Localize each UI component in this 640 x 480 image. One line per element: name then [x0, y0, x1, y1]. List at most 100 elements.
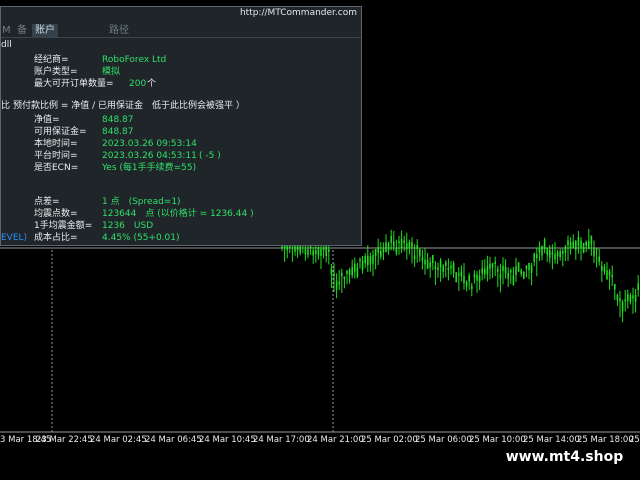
- candle-body: [325, 246, 327, 256]
- candle-body: [465, 281, 468, 287]
- equity-label: 净值=: [34, 115, 60, 125]
- platform-time-value: 2023.03.26 04:53:11: [102, 151, 197, 161]
- ecn-value: Yes (每1手手续费=55): [102, 163, 197, 173]
- candle-body: [525, 266, 528, 269]
- candle-body: [554, 253, 556, 260]
- candle-body: [559, 251, 561, 257]
- candle-body: [510, 270, 512, 273]
- panel-tab-bar: M 备 账户 路径: [1, 24, 361, 38]
- candle-body: [634, 295, 637, 302]
- candle-body: [627, 294, 629, 301]
- candle-body: [307, 249, 309, 256]
- candle-body: [455, 272, 457, 283]
- candle-body: [543, 239, 546, 250]
- candle-body: [632, 295, 634, 299]
- candle-body: [569, 242, 572, 249]
- candle-body: [369, 256, 372, 265]
- free-margin-value: 848.87: [102, 127, 134, 137]
- level-fragment: EVEL): [1, 233, 28, 243]
- candle-body: [413, 255, 416, 260]
- candle-body: [585, 241, 587, 246]
- candle-body: [515, 266, 517, 275]
- account-type-label: 账户类型=: [34, 67, 78, 77]
- candle-body: [458, 273, 460, 276]
- candle-body: [504, 266, 507, 274]
- candle-body: [385, 242, 387, 253]
- lot-amount-value: 1236 USD: [102, 221, 154, 231]
- candle-body: [320, 248, 322, 256]
- candle-body: [406, 243, 408, 250]
- candle-body: [356, 267, 359, 277]
- candle-body: [512, 275, 515, 285]
- cost-ratio-label: 成本占比=: [34, 233, 78, 243]
- candle-body: [575, 240, 577, 250]
- candle-body: [481, 268, 483, 274]
- candle-body: [328, 249, 330, 252]
- candle-body: [374, 249, 377, 257]
- candle-body: [426, 259, 429, 269]
- candle-body: [590, 235, 593, 244]
- cost-ratio-value: 4.45% (55+0.01): [102, 233, 180, 243]
- candle-body: [624, 299, 626, 302]
- max-orders-value: 200: [129, 79, 147, 89]
- candle-body: [520, 269, 522, 275]
- max-orders-unit: 个: [147, 79, 157, 89]
- candle-body: [499, 274, 502, 279]
- candle-body: [593, 248, 595, 257]
- candle-body: [489, 263, 491, 269]
- time-label: 25 Mar 18:00: [577, 435, 634, 445]
- time-label: 25 Mar 02:00: [361, 435, 418, 445]
- local-time-label: 本地时间=: [34, 139, 78, 149]
- candle-body: [312, 250, 314, 256]
- avg-move-label: 均震点数=: [34, 209, 78, 219]
- candle-body: [398, 241, 400, 244]
- margin-note: 预付款比例 = 净值 / 已用保证金 低于此比例会被强平 ）: [13, 101, 245, 111]
- spread-label: 点差=: [34, 197, 60, 207]
- candle-body: [351, 267, 353, 276]
- tab-account[interactable]: 账户: [32, 24, 58, 37]
- tab-backup[interactable]: 备: [17, 24, 27, 37]
- tab-path[interactable]: 路径: [109, 24, 129, 37]
- candle-body: [601, 265, 603, 271]
- candle-body: [364, 255, 366, 264]
- candle-body: [588, 240, 590, 250]
- candle-body: [380, 251, 382, 257]
- candle-body: [408, 242, 411, 248]
- time-label: 25: [629, 435, 640, 445]
- local-time-value: 2023.03.26 09:53:14: [102, 139, 197, 149]
- platform-time-label: 平台时间=: [34, 151, 78, 161]
- panel-url[interactable]: http://MTCommander.com: [240, 8, 357, 18]
- tab-m[interactable]: M: [2, 24, 11, 37]
- candle-body: [450, 265, 452, 269]
- candle-body: [528, 262, 530, 271]
- candle-body: [424, 259, 426, 265]
- candle-body: [419, 249, 421, 257]
- spread-value: 1 点 (Spread=1): [102, 197, 181, 207]
- candle-body: [491, 262, 494, 268]
- candle-body: [567, 240, 569, 246]
- candle-body: [473, 274, 476, 278]
- candle-body: [377, 247, 379, 253]
- candle-body: [541, 245, 543, 256]
- candle-body: [437, 267, 439, 271]
- candle-body: [494, 261, 496, 264]
- avg-move-value: 123644 点 (以价格计 = 1236.44 ): [102, 209, 254, 219]
- time-label: 25 Mar 06:00: [415, 435, 472, 445]
- candle-body: [333, 273, 335, 276]
- candle-body: [315, 250, 317, 254]
- candle-body: [432, 255, 434, 263]
- candle-body: [507, 273, 509, 279]
- candle-body: [616, 295, 619, 301]
- candle-body: [416, 244, 418, 250]
- equity-value: 848.87: [102, 115, 134, 125]
- max-orders-label: 最大可开订单数量=: [34, 79, 114, 89]
- candle-body: [434, 266, 437, 270]
- candle-body: [580, 240, 582, 248]
- candle-body: [343, 276, 346, 279]
- candle-body: [546, 248, 548, 255]
- candle-body: [367, 255, 369, 266]
- candle-body: [390, 236, 392, 243]
- candle-body: [348, 269, 351, 275]
- candle-body: [598, 256, 600, 262]
- candle-body: [304, 248, 307, 254]
